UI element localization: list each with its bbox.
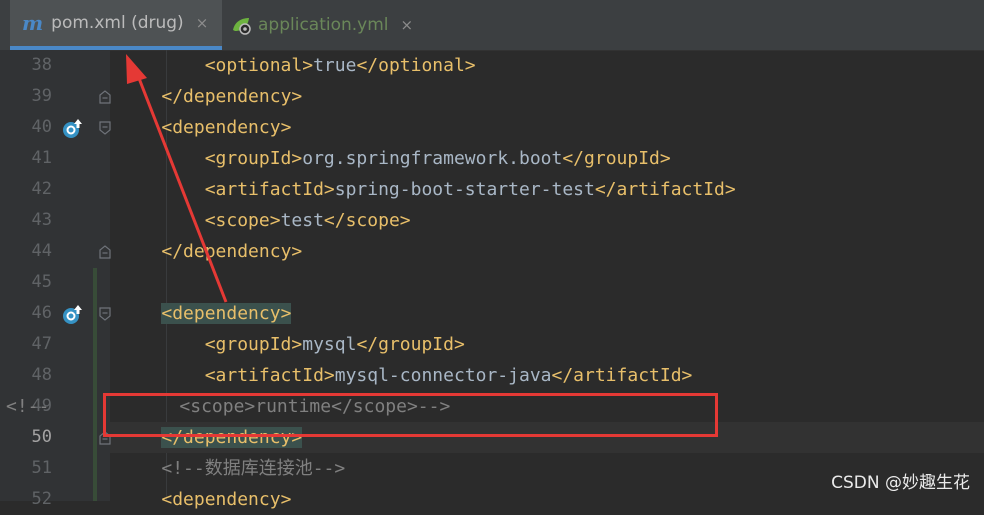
xml-text: mysql xyxy=(302,334,357,355)
xml-comment: <!--数据库连接池--> xyxy=(161,458,346,479)
close-icon[interactable]: × xyxy=(196,14,209,32)
xml-tag: </dependency> xyxy=(161,241,303,262)
xml-tag: <dependency> xyxy=(161,489,292,510)
maven-m-icon: m xyxy=(22,11,44,35)
xml-tag: </artifactId> xyxy=(551,365,693,386)
tab-label: application.yml xyxy=(258,15,389,35)
xml-tag: <artifactId> xyxy=(204,179,335,200)
xml-text xyxy=(118,55,205,76)
watermark: CSDN @妙趣生花 xyxy=(831,473,970,493)
xml-tag: </groupId> xyxy=(562,148,671,169)
xml-text xyxy=(118,489,161,510)
xml-tag: </artifactId> xyxy=(594,179,736,200)
xml-tag: <scope> xyxy=(204,210,281,231)
code-line[interactable]: 44 </dependency> xyxy=(0,236,984,267)
line-number: 52 xyxy=(31,489,52,509)
fold-marker-icon[interactable] xyxy=(99,307,111,321)
code-line[interactable]: 38 <optional>true</optional> xyxy=(0,50,984,81)
line-number: 50 xyxy=(31,427,52,447)
code-text: <groupId>mysql</groupId> xyxy=(118,329,465,360)
code-text: <groupId>org.springframework.boot</group… xyxy=(118,143,671,174)
line-number: 39 xyxy=(31,86,52,106)
xml-tag: <optional> xyxy=(204,55,314,76)
code-text: </dependency> xyxy=(118,81,302,112)
tab-label: pom.xml (drug) xyxy=(51,13,184,33)
code-text: </dependency> xyxy=(118,236,302,267)
fold-marker-icon[interactable] xyxy=(99,90,111,104)
code-line[interactable]: 43 <scope>test</scope> xyxy=(0,205,984,236)
code-text: <dependency> xyxy=(118,484,291,515)
code-text: <artifactId>mysql-connector-java</artifa… xyxy=(118,360,693,391)
overrides-dependency-icon[interactable] xyxy=(62,303,84,325)
code-line[interactable]: 48 <artifactId>mysql-connector-java</art… xyxy=(0,360,984,391)
line-number: 45 xyxy=(31,272,52,292)
annotation-box xyxy=(103,393,718,437)
code-line[interactable]: 40 <dependency> xyxy=(0,112,984,143)
code-text: <dependency> xyxy=(118,112,291,143)
spring-yml-icon xyxy=(233,18,251,35)
xml-text xyxy=(118,148,205,169)
xml-tag: <dependency> xyxy=(161,303,292,324)
line-number: 38 xyxy=(31,55,52,75)
xml-text xyxy=(118,303,161,324)
line-number: 41 xyxy=(31,148,52,168)
tab-pom-xml[interactable]: m pom.xml (drug) × xyxy=(10,0,222,50)
xml-text: test xyxy=(280,210,324,231)
xml-text xyxy=(118,334,205,355)
tab-application-yml[interactable]: application.yml × xyxy=(230,0,413,50)
xml-tag: <groupId> xyxy=(204,334,303,355)
xml-tag: <artifactId> xyxy=(204,365,335,386)
xml-text xyxy=(118,179,205,200)
code-line[interactable]: 41 <groupId>org.springframework.boot</gr… xyxy=(0,143,984,174)
xml-text: mysql-connector-java xyxy=(334,365,552,386)
code-line[interactable]: 47 <groupId>mysql</groupId> xyxy=(0,329,984,360)
code-line[interactable]: 46 <dependency> xyxy=(0,298,984,329)
xml-text xyxy=(118,210,205,231)
code-text: <optional>true</optional> xyxy=(118,50,476,81)
code-text: <!--数据库连接池--> xyxy=(118,453,345,484)
line-number: 46 xyxy=(31,303,52,323)
line-number: 43 xyxy=(31,210,52,230)
code-line[interactable]: 45 xyxy=(0,267,984,298)
xml-tag: </scope> xyxy=(323,210,411,231)
xml-text xyxy=(118,86,161,107)
code-line[interactable]: 42 <artifactId>spring-boot-starter-test<… xyxy=(0,174,984,205)
xml-tag: <dependency> xyxy=(161,117,292,138)
line-number: 47 xyxy=(31,334,52,354)
xml-text xyxy=(118,365,205,386)
xml-text: org.springframework.boot xyxy=(302,148,563,169)
line-number: 42 xyxy=(31,179,52,199)
code-text: <artifactId>spring-boot-starter-test</ar… xyxy=(118,174,736,205)
overrides-dependency-icon[interactable] xyxy=(62,117,84,139)
fold-marker-icon[interactable] xyxy=(99,121,111,135)
line-number: 48 xyxy=(31,365,52,385)
xml-text xyxy=(118,241,161,262)
line-number: 44 xyxy=(31,241,52,261)
code-text: <scope>test</scope> xyxy=(118,205,411,236)
code-line[interactable]: 39 </dependency> xyxy=(0,81,984,112)
xml-text xyxy=(118,458,161,479)
fold-marker-icon[interactable] xyxy=(99,245,111,259)
line-number: 51 xyxy=(31,458,52,478)
line-number: 40 xyxy=(31,117,52,137)
xml-text: spring-boot-starter-test xyxy=(334,179,595,200)
code-text: <dependency> xyxy=(118,298,292,329)
xml-tag: <groupId> xyxy=(204,148,303,169)
close-icon[interactable]: × xyxy=(401,16,414,34)
xml-tag: </dependency> xyxy=(161,86,303,107)
editor-tab-bar: m pom.xml (drug) × application.yml × xyxy=(0,0,984,51)
xml-tag: </groupId> xyxy=(356,334,465,355)
xml-tag: </optional> xyxy=(356,55,476,76)
xml-text xyxy=(118,117,161,138)
xml-text: true xyxy=(313,55,357,76)
